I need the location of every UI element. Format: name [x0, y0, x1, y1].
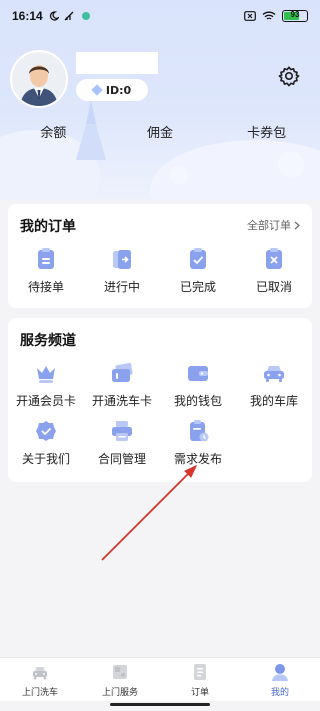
wifi-icon	[262, 11, 276, 20]
diamond-icon	[91, 84, 103, 96]
service-my-garage[interactable]: 我的车库	[236, 360, 312, 416]
chevron-right-icon	[294, 221, 300, 229]
service-icon	[113, 665, 127, 679]
service-label: 需求发布	[173, 452, 222, 466]
order-status-in-progress[interactable]: 进行中	[84, 246, 160, 302]
username-field	[76, 52, 158, 74]
status-bar: 16:14 93	[0, 0, 320, 32]
tab-label: 上门服务	[101, 688, 138, 698]
order-status-cancelled[interactable]: 已取消	[236, 246, 312, 302]
wallet-balance[interactable]: 余额	[0, 122, 107, 144]
services-title: 服务频道	[20, 333, 76, 349]
bottom-tab-bar: 上门洗车 上门服务 订单 我的	[0, 657, 320, 701]
service-label: 合同管理	[97, 452, 146, 466]
order-status-completed[interactable]: 已完成	[160, 246, 236, 302]
tab-car-wash[interactable]: 上门洗车	[0, 658, 80, 701]
decor-cloud	[278, 152, 304, 178]
tab-label: 订单	[190, 688, 209, 698]
order-status-label: 进行中	[103, 280, 140, 294]
wallet-coupons[interactable]: 卡券包	[213, 122, 320, 144]
publish-icon	[190, 420, 209, 442]
screen-record-icon	[244, 11, 256, 21]
orders-card: 我的订单 全部订单 待接单 进行中 已完成 已取消	[8, 204, 312, 308]
order-icon	[194, 664, 206, 680]
all-orders-link[interactable]: 全部订单	[247, 217, 300, 233]
orders-title: 我的订单	[20, 219, 76, 235]
wallet-icon	[188, 366, 208, 381]
tab-home-service[interactable]: 上门服务	[80, 658, 160, 701]
printer-icon	[112, 421, 132, 441]
in-progress-icon	[113, 250, 131, 269]
service-open-membership-card[interactable]: 开通会员卡	[8, 360, 84, 416]
completed-icon	[190, 248, 206, 269]
car-icon	[264, 366, 284, 382]
order-status-label: 已取消	[255, 280, 292, 294]
tab-orders[interactable]: 订单	[160, 658, 240, 701]
order-status-label: 待接单	[27, 280, 64, 294]
service-label: 我的车库	[249, 394, 298, 408]
tab-label: 上门洗车	[21, 688, 58, 698]
order-status-pending[interactable]: 待接单	[8, 246, 84, 302]
badge-icon	[36, 421, 56, 441]
service-contract-management[interactable]: 合同管理	[84, 418, 160, 474]
order-status-label: 已完成	[179, 280, 216, 294]
pending-icon	[38, 248, 54, 269]
user-id-text: ID:0	[105, 83, 132, 97]
app-notification-icon	[81, 12, 90, 20]
service-label: 开通洗车卡	[91, 394, 152, 408]
avatar[interactable]	[10, 50, 68, 108]
services-card: 服务频道 开通会员卡 开通洗车卡 我的钱包 我的车库 关于我们 合同管理 需求发…	[8, 318, 312, 482]
user-id-badge: ID:0	[76, 79, 148, 101]
service-label: 开通会员卡	[15, 394, 76, 408]
cancelled-icon	[266, 248, 282, 269]
service-label: 我的钱包	[173, 394, 222, 408]
battery-icon: 93	[282, 10, 308, 22]
user-portrait-icon	[12, 52, 66, 106]
card-icon	[112, 363, 133, 382]
tab-mine[interactable]: 我的	[240, 658, 320, 701]
status-time: 16:14	[12, 9, 43, 23]
crown-icon	[37, 366, 55, 383]
wallet-summary: 余额 佣金 卡券包	[0, 122, 320, 144]
moon-icon	[49, 11, 59, 21]
battery-level: 93	[290, 10, 300, 19]
service-about-us[interactable]: 关于我们	[8, 418, 84, 474]
home-indicator	[110, 703, 210, 706]
settings-gear-icon[interactable]	[278, 65, 300, 87]
service-post-request[interactable]: 需求发布	[160, 418, 236, 474]
service-open-wash-card[interactable]: 开通洗车卡	[84, 360, 160, 416]
no-signal-icon	[64, 11, 74, 21]
wallet-commission[interactable]: 佣金	[107, 122, 214, 144]
decor-cloud	[170, 166, 188, 184]
service-label: 关于我们	[21, 452, 70, 466]
all-orders-label: 全部订单	[247, 219, 291, 232]
car-wash-icon	[33, 667, 47, 680]
tab-label: 我的	[270, 688, 289, 698]
service-my-wallet[interactable]: 我的钱包	[160, 360, 236, 416]
profile-icon	[272, 664, 288, 681]
